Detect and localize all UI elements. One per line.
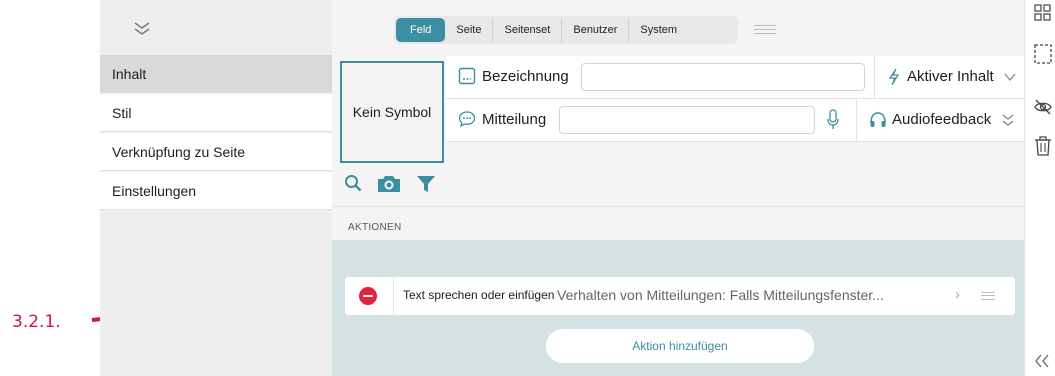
actions-header [332, 206, 1024, 241]
annotation-label: 3.2.1. [12, 312, 61, 332]
hidden-eye-icon[interactable] [1034, 98, 1052, 116]
headphones-icon [870, 112, 886, 127]
trash-icon[interactable] [1034, 136, 1052, 156]
microphone-icon[interactable] [827, 109, 839, 131]
actions-section-title: AKTIONEN [348, 222, 402, 233]
filter-icon[interactable] [416, 174, 436, 194]
message-row: Mitteilung Audiofeedback [446, 99, 1024, 142]
active-content-label[interactable]: Aktiver Inhalt [907, 68, 994, 85]
double-chevron-left-icon[interactable] [1034, 354, 1050, 368]
name-row: Bezeichnung Aktiver Inhalt [446, 56, 1024, 99]
remove-action-icon[interactable] [359, 287, 377, 305]
chevron-right-icon[interactable]: › [955, 286, 960, 303]
action-row[interactable]: Text sprechen oder einfügen Verhalten vo… [345, 277, 1015, 315]
name-input[interactable] [581, 63, 865, 91]
name-label: Bezeichnung [482, 68, 569, 85]
collapse-chevron-icon[interactable] [134, 20, 150, 41]
speech-bubble-icon [458, 111, 476, 128]
symbol-label: Kein Symbol [352, 104, 432, 120]
sidebar-item-verknuepfung[interactable]: Verknüpfung zu Seite [100, 133, 332, 171]
audio-feedback-label[interactable]: Audiofeedback [892, 111, 991, 128]
lightning-icon [888, 68, 900, 86]
action-name: Text sprechen oder einfügen [403, 288, 555, 302]
message-label: Mitteilung [482, 111, 547, 128]
sidebar-item-inhalt[interactable]: Inhalt [100, 55, 332, 93]
action-description: Verhalten von Mitteilungen: Falls Mittei… [557, 287, 884, 303]
add-action-button[interactable]: Aktion hinzufügen [546, 329, 814, 363]
chevron-double-down-icon[interactable] [1002, 113, 1014, 127]
search-icon[interactable] [344, 174, 362, 194]
symbol-tools [344, 174, 436, 194]
sidebar-item-stil[interactable]: Stil [100, 94, 332, 132]
tab-system[interactable]: System [629, 18, 688, 42]
grid-icon[interactable] [1034, 4, 1052, 22]
camera-icon[interactable] [376, 174, 402, 194]
tab-seite[interactable]: Seite [445, 18, 494, 42]
reorder-handle-icon[interactable] [981, 292, 995, 300]
message-input[interactable] [559, 106, 815, 134]
tab-seitenset[interactable]: Seitenset [493, 18, 563, 42]
sidebar-item-einstellungen[interactable]: Einstellungen [100, 172, 332, 210]
symbol-box[interactable]: Kein Symbol [340, 61, 444, 163]
chevron-down-icon[interactable] [1004, 72, 1016, 82]
toolbar-drag-handle-icon[interactable] [754, 25, 776, 34]
tab-feld[interactable]: Feld [396, 18, 446, 42]
label-box-icon [458, 67, 476, 85]
tab-bar: Feld Seite Seitenset Benutzer System [394, 16, 738, 44]
tab-benutzer[interactable]: Benutzer [562, 18, 630, 42]
dashed-select-icon[interactable] [1034, 44, 1052, 64]
